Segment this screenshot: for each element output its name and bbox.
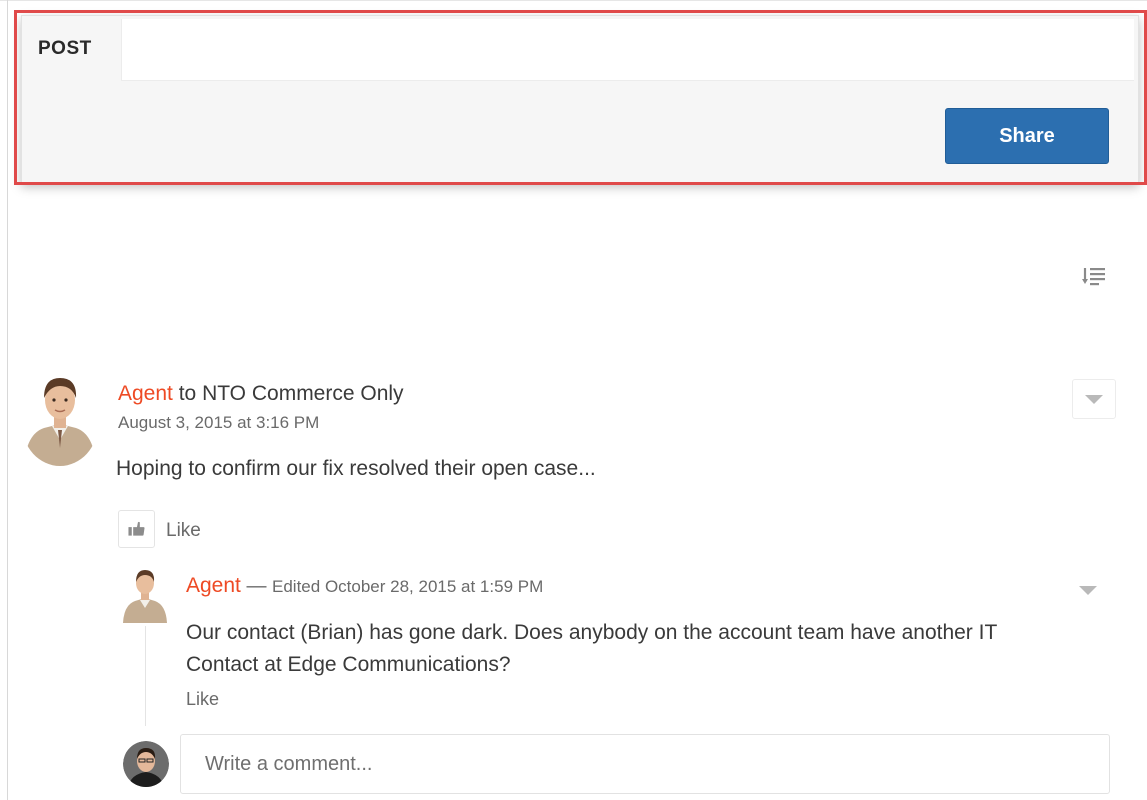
page-top-border xyxy=(0,0,1147,1)
chevron-down-icon xyxy=(1085,395,1103,404)
chevron-down-icon[interactable] xyxy=(1079,586,1097,595)
like-button[interactable] xyxy=(118,510,155,548)
post-target-text: to NTO Commerce Only xyxy=(172,382,404,405)
post-header: Agent to NTO Commerce Only xyxy=(118,382,404,406)
post-input[interactable] xyxy=(121,19,1134,81)
thumbs-up-icon xyxy=(128,521,145,536)
avatar[interactable] xyxy=(122,563,168,623)
comment-header: Agent — Edited October 28, 2015 at 1:59 … xyxy=(186,574,543,598)
avatar xyxy=(123,741,169,787)
share-button[interactable]: Share xyxy=(945,108,1109,164)
comment-body: Our contact (Brian) has gone dark. Does … xyxy=(186,621,997,676)
comment-separator: — xyxy=(240,575,273,597)
thread-line xyxy=(145,626,146,726)
tab-post[interactable]: POST xyxy=(38,38,92,60)
post-timestamp[interactable]: August 3, 2015 at 3:16 PM xyxy=(118,413,319,433)
comment-input[interactable] xyxy=(180,734,1110,794)
comment-edited-timestamp[interactable]: Edited October 28, 2015 at 1:59 PM xyxy=(272,577,543,596)
sort-icon[interactable] xyxy=(1081,264,1107,290)
page-left-border xyxy=(7,0,8,800)
like-label[interactable]: Like xyxy=(166,520,201,542)
avatar[interactable] xyxy=(22,366,98,466)
post-author-link[interactable]: Agent xyxy=(118,382,173,405)
comment-author-link[interactable]: Agent xyxy=(186,574,241,597)
comment-like-link[interactable]: Like xyxy=(186,689,219,710)
post-menu-button[interactable] xyxy=(1072,379,1116,419)
post-body: Hoping to confirm our fix resolved their… xyxy=(116,457,596,480)
